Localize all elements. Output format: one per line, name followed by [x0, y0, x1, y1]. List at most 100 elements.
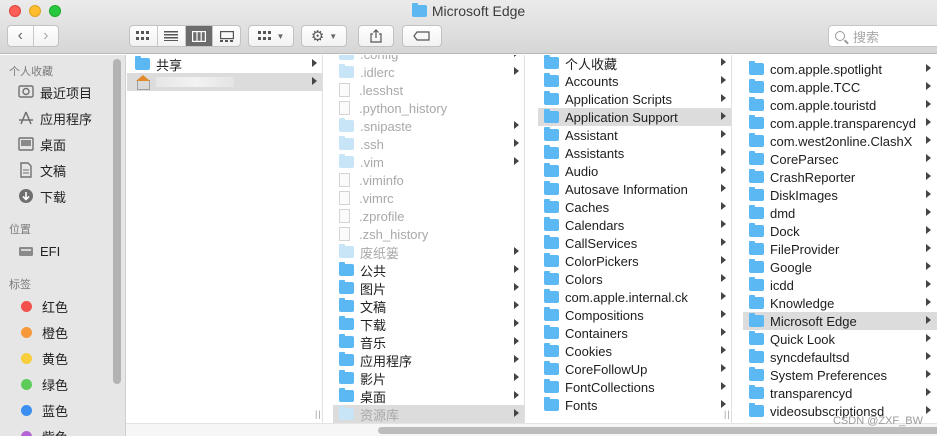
chevron-right-icon: [721, 202, 726, 210]
sidebar-tag-green[interactable]: 绿色: [17, 373, 68, 395]
list-item[interactable]: 共享: [127, 55, 322, 73]
sidebar-tag-red[interactable]: 红色: [17, 295, 68, 317]
list-item[interactable]: .config: [333, 55, 524, 63]
item-label: Knowledge: [770, 295, 835, 311]
item-label: Cookies: [565, 343, 612, 359]
list-item[interactable]: com.apple.TCC: [743, 78, 937, 96]
list-item[interactable]: Cookies: [538, 342, 731, 360]
list-item[interactable]: .zsh_history: [333, 225, 524, 243]
list-item[interactable]: CoreFollowUp: [538, 360, 731, 378]
item-label: com.apple.touristd: [770, 97, 877, 113]
list-item[interactable]: Calendars: [538, 216, 731, 234]
list-item[interactable]: .ssh: [333, 135, 524, 153]
folder-icon: [544, 109, 559, 123]
list-item[interactable]: CoreParsec: [743, 150, 937, 168]
sidebar-item-efi[interactable]: EFI: [17, 240, 60, 262]
list-item[interactable]: FileProvider: [743, 240, 937, 258]
list-item[interactable]: Autosave Information: [538, 180, 731, 198]
list-view-button[interactable]: [156, 26, 185, 46]
list-item[interactable]: Application Scripts: [538, 90, 731, 108]
list-item[interactable]: com.apple.spotlight: [743, 60, 937, 78]
gallery-view-button[interactable]: [212, 26, 240, 46]
list-item[interactable]: FontCollections: [538, 378, 731, 396]
list-item[interactable]: 下载: [333, 315, 524, 333]
list-item[interactable]: .zprofile: [333, 207, 524, 225]
list-item[interactable]: 影片: [333, 369, 524, 387]
sidebar-item-recents[interactable]: 最近项目: [17, 81, 92, 103]
list-item[interactable]: .viminfo: [333, 171, 524, 189]
list-item[interactable]: 音乐: [333, 333, 524, 351]
list-item[interactable]: com.apple.transparencyd: [743, 114, 937, 132]
sidebar-item-downloads[interactable]: 下载: [17, 185, 66, 207]
sidebar-scrollbar[interactable]: [113, 59, 121, 384]
sidebar-item-applications[interactable]: 应用程序: [17, 107, 92, 129]
list-item[interactable]: .vim: [333, 153, 524, 171]
list-item[interactable]: Assistants: [538, 144, 731, 162]
list-item[interactable]: 桌面: [333, 387, 524, 405]
sidebar-favorites-header: 个人收藏: [9, 66, 53, 78]
sidebar-tag-yellow[interactable]: 黄色: [17, 347, 68, 369]
list-item[interactable]: Containers: [538, 324, 731, 342]
file-icon: [339, 83, 350, 97]
list-item[interactable]: 个人收藏: [538, 55, 731, 72]
list-item[interactable]: syncdefaultsd: [743, 348, 937, 366]
horizontal-scroll-thumb[interactable]: [378, 427, 937, 434]
list-item[interactable]: CrashReporter: [743, 168, 937, 186]
group-by-button[interactable]: ▼: [248, 25, 294, 47]
list-item[interactable]: Accounts: [538, 72, 731, 90]
list-item[interactable]: 图片: [333, 279, 524, 297]
list-item[interactable]: CallServices: [538, 234, 731, 252]
column-resize-handle[interactable]: ||: [315, 409, 322, 419]
list-item[interactable]: com.west2online.ClashX: [743, 132, 937, 150]
list-item[interactable]: com.apple.touristd: [743, 96, 937, 114]
list-item[interactable]: ColorPickers: [538, 252, 731, 270]
list-item[interactable]: 废纸篓: [333, 243, 524, 261]
list-item[interactable]: Caches: [538, 198, 731, 216]
back-button[interactable]: ‹: [8, 26, 33, 46]
list-item[interactable]: Compositions: [538, 306, 731, 324]
folder-icon: [339, 64, 354, 78]
list-item[interactable]: 公共: [333, 261, 524, 279]
list-item[interactable]: Fonts: [538, 396, 731, 414]
list-item[interactable]: Microsoft Edge: [743, 312, 937, 330]
chevron-right-icon: [514, 355, 519, 363]
sidebar-tag-purple[interactable]: 紫色: [17, 425, 68, 436]
chevron-right-icon: [926, 118, 931, 126]
icon-view-button[interactable]: [130, 26, 157, 46]
list-item[interactable]: Colors: [538, 270, 731, 288]
share-button[interactable]: [358, 25, 394, 47]
list-item-home[interactable]: [127, 73, 322, 91]
list-item[interactable]: .idlerc: [333, 63, 524, 81]
list-item[interactable]: .python_history: [333, 99, 524, 117]
list-item[interactable]: Application Support: [538, 108, 731, 126]
horizontal-scrollbar[interactable]: [126, 423, 937, 436]
sidebar-item-desktop[interactable]: 桌面: [17, 133, 66, 155]
column-view-button[interactable]: [184, 26, 213, 46]
sidebar-item-documents[interactable]: 文稿: [17, 159, 66, 181]
list-item[interactable]: Audio: [538, 162, 731, 180]
list-item[interactable]: 应用程序: [333, 351, 524, 369]
sidebar-tag-orange[interactable]: 橙色: [17, 321, 68, 343]
action-menu-button[interactable]: ⚙ ▼: [301, 25, 347, 47]
tag-button[interactable]: [402, 25, 442, 47]
list-item[interactable]: System Preferences: [743, 366, 937, 384]
chevron-right-icon: [514, 391, 519, 399]
search-input[interactable]: 搜索: [828, 25, 937, 47]
list-item[interactable]: dmd: [743, 204, 937, 222]
list-item[interactable]: 文稿: [333, 297, 524, 315]
list-item[interactable]: Google: [743, 258, 937, 276]
list-item[interactable]: icdd: [743, 276, 937, 294]
sidebar-tag-blue[interactable]: 蓝色: [17, 399, 68, 421]
forward-button[interactable]: ›: [32, 26, 59, 46]
list-item[interactable]: Quick Look: [743, 330, 937, 348]
list-item[interactable]: .snipaste: [333, 117, 524, 135]
list-item[interactable]: Knowledge: [743, 294, 937, 312]
list-item[interactable]: transparencyd: [743, 384, 937, 402]
list-item[interactable]: .vimrc: [333, 189, 524, 207]
list-item[interactable]: .lesshst: [333, 81, 524, 99]
list-item[interactable]: DiskImages: [743, 186, 937, 204]
list-item[interactable]: 资源库: [333, 405, 524, 423]
list-item[interactable]: Dock: [743, 222, 937, 240]
list-item[interactable]: Assistant: [538, 126, 731, 144]
list-item[interactable]: com.apple.internal.ck: [538, 288, 731, 306]
